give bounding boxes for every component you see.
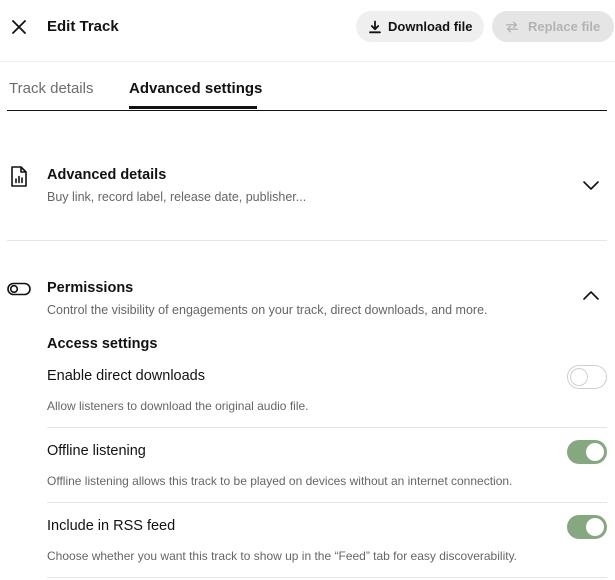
top-bar: Edit Track Download file Replace file <box>0 0 615 62</box>
rss-feed-toggle[interactable] <box>567 515 607 539</box>
toggle-icon <box>7 282 31 296</box>
offline-listening-label: Offline listening <box>47 443 146 459</box>
offline-listening-description: Offline listening allows this track to b… <box>47 474 513 488</box>
file-chart-icon <box>9 165 29 187</box>
direct-downloads-label: Enable direct downloads <box>47 368 205 384</box>
page-title: Edit Track <box>47 18 119 35</box>
row-divider <box>47 502 607 503</box>
advanced-details-description: Buy link, record label, release date, pu… <box>47 190 307 204</box>
access-settings-title: Access settings <box>47 336 158 352</box>
tab-track-details[interactable]: Track details <box>9 80 93 97</box>
replace-file-button[interactable]: Replace file <box>492 11 614 42</box>
toggle-knob <box>586 518 604 536</box>
chevron-down-icon <box>583 181 599 190</box>
replace-file-label: Replace file <box>528 19 601 34</box>
rss-feed-description: Choose whether you want this track to sh… <box>47 549 518 563</box>
download-file-label: Download file <box>388 19 473 34</box>
row-divider <box>47 577 607 578</box>
tab-advanced-settings[interactable]: Advanced settings <box>129 80 262 97</box>
row-divider <box>47 427 607 428</box>
permissions-collapse-button[interactable] <box>581 288 601 302</box>
toggle-knob <box>570 368 588 386</box>
direct-downloads-description: Allow listeners to download the original… <box>47 399 309 413</box>
toggle-knob <box>586 443 604 461</box>
advanced-details-title[interactable]: Advanced details <box>47 167 166 183</box>
rss-feed-label: Include in RSS feed <box>47 518 176 534</box>
permissions-description: Control the visibility of engagements on… <box>47 303 488 317</box>
section-divider <box>7 240 607 241</box>
direct-downloads-toggle[interactable] <box>567 365 607 389</box>
permissions-title[interactable]: Permissions <box>47 280 133 296</box>
active-tab-indicator <box>129 106 257 109</box>
close-icon <box>12 20 26 34</box>
download-icon <box>368 20 382 34</box>
close-button[interactable] <box>9 17 29 37</box>
offline-listening-toggle[interactable] <box>567 440 607 464</box>
advanced-details-expand-button[interactable] <box>581 178 601 192</box>
download-file-button[interactable]: Download file <box>356 11 484 42</box>
chevron-up-icon <box>583 291 599 300</box>
tab-bar: Track details Advanced settings <box>7 62 607 111</box>
replace-icon <box>505 20 519 34</box>
